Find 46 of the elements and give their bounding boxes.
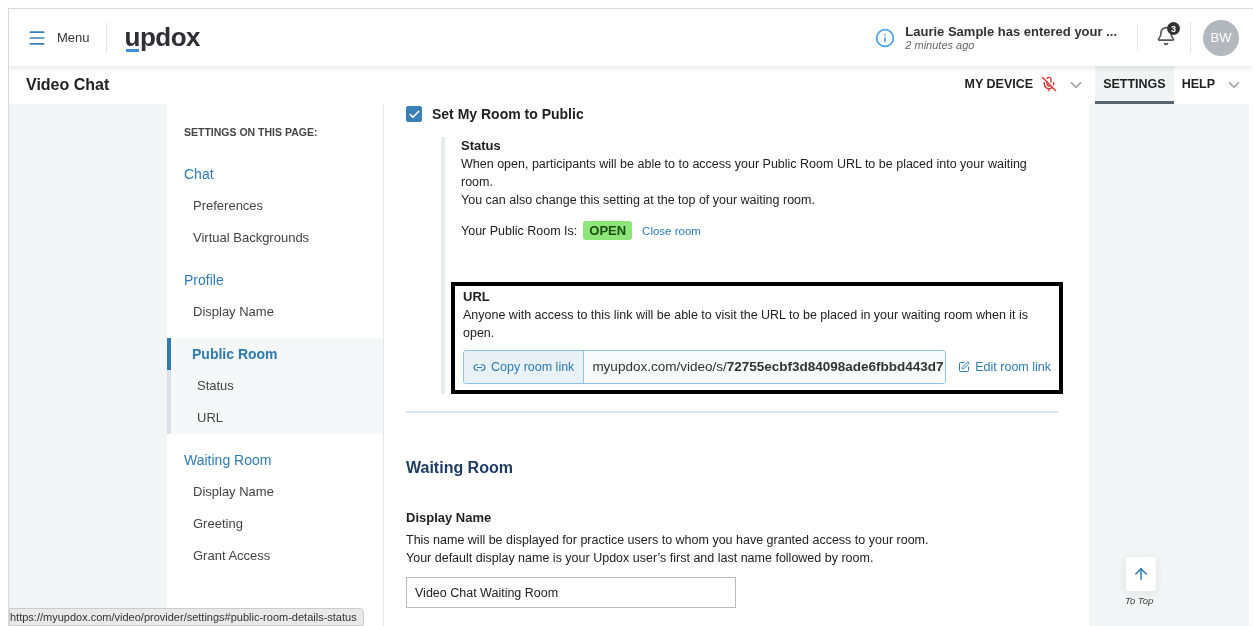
- sidebar-heading: SETTINGS ON THIS PAGE:: [183, 126, 319, 138]
- section-heading: Waiting Room: [406, 459, 514, 477]
- sidebar-item[interactable]: Display Name: [167, 476, 383, 508]
- sidebar-section-link[interactable]: Waiting Room: [167, 444, 383, 476]
- checkbox-label: Set My Room to Public: [432, 106, 584, 122]
- status-description: When open, participants will be able to to access your Public Room URL to be placed into your waiting room.: [461, 156, 1028, 191]
- status-heading: Status: [461, 137, 502, 155]
- sidebar-item[interactable]: Virtual Backgrounds: [167, 222, 383, 254]
- edit-icon: [958, 361, 971, 373]
- nav-tab[interactable]: HELP: [1173, 66, 1223, 104]
- menu-button[interactable]: Menu: [27, 22, 107, 53]
- info-icon: [875, 27, 896, 48]
- notification-time: 2 minutes ago: [905, 39, 976, 51]
- public-room-checkbox[interactable]: Set My Room to Public: [406, 103, 1058, 125]
- sidebar-item[interactable]: Grant Access: [167, 540, 383, 572]
- edit-room-link[interactable]: Edit room link: [958, 360, 1051, 374]
- display-name-note: Your default display name is your Updox user’s first and last name followed by room.: [406, 550, 875, 567]
- sidebar-section-link[interactable]: Chat: [167, 158, 383, 190]
- status-bar-url: https://myupdox.com/video/provider/settings#public-room-details-status: [9, 608, 364, 626]
- sidebar-item[interactable]: Preferences: [167, 190, 383, 222]
- logo: updox: [124, 22, 201, 53]
- display-name-input[interactable]: Video Chat Waiting Room: [406, 577, 736, 608]
- bell-icon: [1156, 26, 1176, 46]
- sidebar-item[interactable]: URL: [167, 402, 383, 434]
- to-top-label: To Top: [1125, 595, 1154, 606]
- notification-count: 3: [1167, 22, 1180, 35]
- sidebar-item[interactable]: Display Name: [167, 296, 383, 328]
- status-note: You can also change this setting at the top of your waiting room.: [461, 192, 816, 209]
- display-name-description: This name will be displayed for practice users to whom you have granted access to your room.: [406, 532, 930, 549]
- close-room-link[interactable]: Close room: [642, 224, 701, 237]
- notifications-button[interactable]: 3: [1152, 22, 1191, 53]
- url-description: Anyone with access to this link will be able to visit the URL to be placed in your waiting room when it is open.: [463, 307, 1030, 342]
- checkbox[interactable]: [406, 106, 422, 122]
- sidebar-item[interactable]: Greeting: [167, 508, 383, 540]
- url-heading: URL: [463, 288, 491, 306]
- nav-tab[interactable]: SETTINGS: [1095, 66, 1174, 104]
- room-state-badge: OPEN: [583, 221, 633, 240]
- sidebar-section-link[interactable]: Public Room: [167, 338, 383, 370]
- page-title: Video Chat: [26, 76, 110, 94]
- sidebar-item[interactable]: Status: [167, 370, 383, 402]
- display-name-heading: Display Name: [406, 509, 493, 527]
- notification-message: Laurie Sample has entered your ...: [905, 24, 1117, 39]
- room-state-label: Your Public Room Is:: [461, 223, 578, 238]
- sidebar-section-link[interactable]: Profile: [167, 264, 383, 296]
- to-top-button[interactable]: [1126, 557, 1156, 591]
- nav-tab[interactable]: MY DEVICE: [956, 66, 1066, 104]
